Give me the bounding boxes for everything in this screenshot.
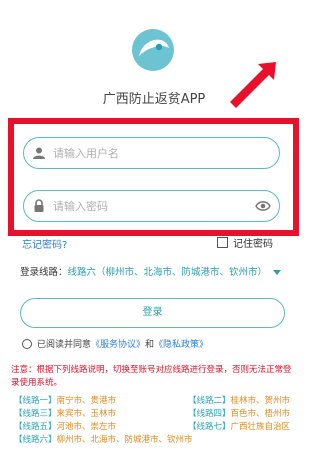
remember-checkbox[interactable] xyxy=(217,237,228,248)
app-logo-icon xyxy=(132,29,174,71)
line-cities: 柳州市、北海市、防城港市、钦州市 xyxy=(56,435,193,445)
agreement-prefix: 已阅读并同意 xyxy=(37,340,92,350)
password-input[interactable] xyxy=(53,196,253,216)
agreement-row: 已阅读并同意 《服务协议》 和 《隐私政策》 xyxy=(22,337,208,350)
user-icon xyxy=(33,147,45,159)
line-name: 【线路七】 xyxy=(188,422,231,432)
eye-icon[interactable] xyxy=(255,199,271,213)
line-cities: 桂林市、贺州市 xyxy=(230,396,291,406)
line-cities: 来宾市、玉林市 xyxy=(56,409,117,419)
route-lines-list: 【线路一】南宁市、贵港市 【线路二】桂林市、贺州市 【线路三】来宾市、玉林市 【… xyxy=(14,394,294,446)
list-item: 【线路三】来宾市、玉林市 【线路四】百色市、梧州市 xyxy=(14,407,294,420)
route-selector[interactable]: 登录线路：线路六（柳州市、北海市、防城港市、钦州市） xyxy=(20,264,282,278)
password-field[interactable] xyxy=(23,190,280,222)
chevron-down-icon[interactable] xyxy=(273,270,282,275)
route-notice: 注意：根据下列线路说明，切换至账号对应线路进行登录，否则无法正常登录使用系统。 xyxy=(11,365,292,388)
list-item: 【线路一】南宁市、贵港市 【线路二】桂林市、贺州市 xyxy=(14,394,294,407)
line-cities: 百色市、梧州市 xyxy=(230,409,291,419)
username-field[interactable] xyxy=(23,137,280,169)
line-cities: 南宁市、贵港市 xyxy=(56,396,117,406)
line-name: 【线路四】 xyxy=(188,409,231,419)
agreement-radio[interactable] xyxy=(22,338,32,349)
privacy-policy-link[interactable]: 《隐私政策》 xyxy=(154,337,208,350)
line-name: 【线路五】 xyxy=(14,422,57,432)
login-button[interactable]: 登录 xyxy=(20,298,285,328)
lock-icon xyxy=(34,199,44,212)
line-name: 【线路一】 xyxy=(14,396,57,406)
line-name: 【线路六】 xyxy=(14,435,57,445)
route-value[interactable]: 线路六（柳州市、北海市、防城港市、钦州市） xyxy=(68,267,268,278)
agreement-and: 和 xyxy=(145,340,155,350)
line-name: 【线路三】 xyxy=(14,409,57,419)
line-cities: 广西壮族自治区 xyxy=(230,422,291,432)
forgot-password-link[interactable]: 忘记密码? xyxy=(22,236,67,251)
line-cities: 河池市、崇左市 xyxy=(56,422,117,432)
username-input[interactable] xyxy=(53,143,253,163)
list-item: 【线路六】柳州市、北海市、防城港市、钦州市 xyxy=(14,433,294,446)
remember-password-toggle[interactable]: 记住密码 xyxy=(217,235,273,250)
annotation-arrow-icon xyxy=(230,62,276,108)
route-label: 登录线路： xyxy=(20,267,68,278)
line-name: 【线路二】 xyxy=(188,396,231,406)
service-agreement-link[interactable]: 《服务协议》 xyxy=(91,337,145,350)
remember-label: 记住密码 xyxy=(233,239,273,250)
list-item: 【线路五】河池市、崇左市 【线路七】广西壮族自治区 xyxy=(14,420,294,433)
